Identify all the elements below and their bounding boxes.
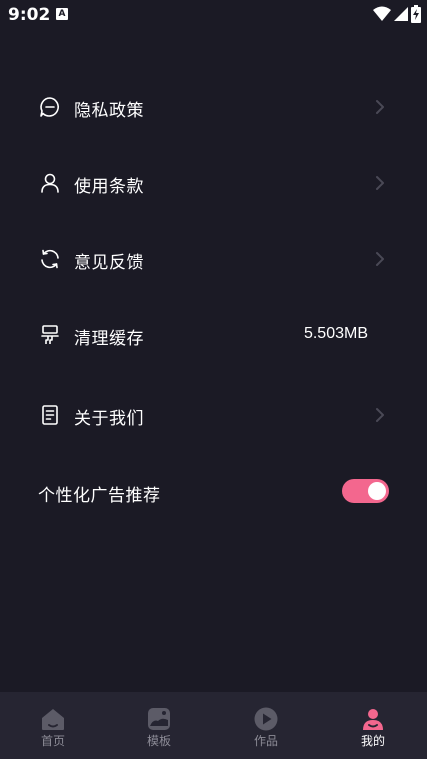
tab-templates[interactable]: 模板 (106, 692, 212, 759)
play-icon (254, 707, 278, 731)
refresh-feedback-icon (41, 249, 59, 269)
settings-screen: 9:02 A 隐私政策 使用条款 意见反馈 清理缓存 5.503MB 关于我们 … (0, 0, 427, 759)
personalized-ads-row: 个性化广告推荐 (0, 467, 427, 517)
chevron-right-icon (376, 176, 384, 190)
menu-item-label: 使用条款 (74, 177, 144, 197)
menu-item-label: 隐私政策 (74, 101, 144, 121)
menu-item-label: 意见反馈 (74, 253, 144, 273)
personalized-ads-toggle[interactable] (342, 479, 389, 503)
template-icon (148, 708, 170, 730)
bottom-tab-bar: 首页 模板 作品 我的 (0, 692, 427, 759)
status-icons (373, 5, 421, 23)
user-icon (41, 173, 59, 193)
tab-label: 首页 (40, 734, 65, 748)
cell-signal-icon (394, 7, 408, 21)
menu-item-about-us[interactable]: 关于我们 (0, 390, 427, 440)
brush-icon (41, 325, 59, 344)
status-bar: 9:02 A (0, 0, 427, 30)
privacy-chat-icon (40, 97, 59, 117)
menu-item-clear-cache[interactable]: 清理缓存 5.503MB (0, 310, 427, 360)
tab-label: 模板 (146, 734, 171, 748)
tab-label: 作品 (253, 734, 278, 748)
wifi-icon (373, 6, 391, 21)
menu-item-label: 清理缓存 (74, 329, 144, 349)
menu-item-label: 关于我们 (74, 409, 144, 429)
status-time: 9:02 (8, 5, 51, 25)
menu-item-feedback[interactable]: 意见反馈 (0, 234, 427, 284)
chevron-right-icon (376, 100, 384, 114)
cache-size-value: 5.503MB (303, 325, 368, 342)
toggle-knob (368, 482, 386, 500)
battery-icon (411, 5, 421, 23)
chevron-right-icon (376, 252, 384, 266)
notification-a-icon: A (56, 8, 68, 20)
document-icon (42, 405, 58, 425)
tab-home[interactable]: 首页 (0, 692, 106, 759)
home-icon (42, 709, 64, 730)
chevron-right-icon (376, 408, 384, 422)
tab-profile[interactable]: 我的 (320, 692, 426, 759)
tab-label: 我的 (360, 734, 385, 748)
menu-item-privacy-policy[interactable]: 隐私政策 (0, 82, 427, 132)
personalized-ads-label: 个性化广告推荐 (38, 486, 161, 506)
menu-item-terms-of-use[interactable]: 使用条款 (0, 158, 427, 208)
profile-icon (363, 709, 383, 730)
tab-works[interactable]: 作品 (213, 692, 319, 759)
